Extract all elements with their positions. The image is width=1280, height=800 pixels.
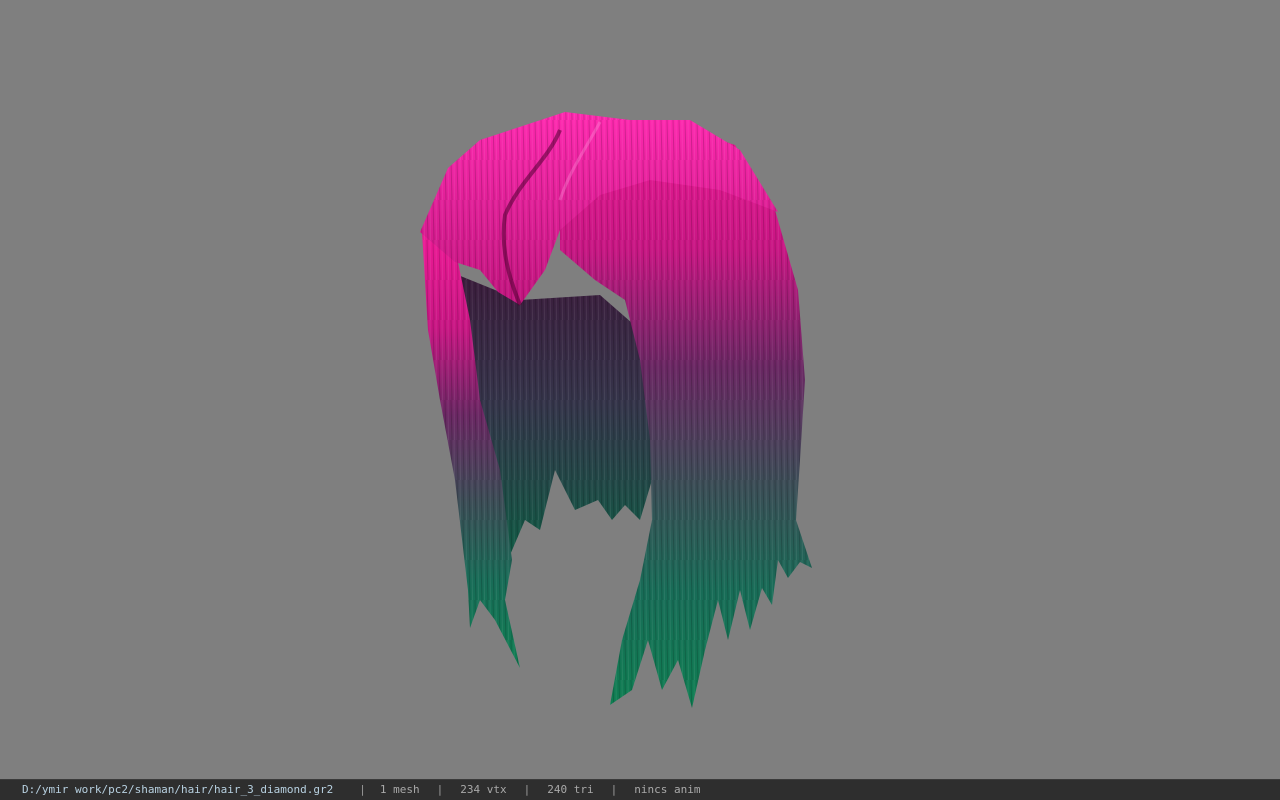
- hair-model: [420, 112, 812, 708]
- vertex-count: 234 vtx: [460, 783, 507, 796]
- animation-status: nincs anim: [634, 783, 701, 796]
- status-separator: |: [436, 783, 444, 796]
- 3d-viewport[interactable]: [0, 0, 1280, 779]
- status-bar: D:/ymir work/pc2/shaman/hair/hair_3_diam…: [0, 779, 1280, 800]
- triangle-count: 240 tri: [547, 783, 594, 796]
- status-separator: |: [610, 783, 618, 796]
- mesh-count: 1 mesh: [379, 783, 420, 796]
- file-path: D:/ymir work/pc2/shaman/hair/hair_3_diam…: [22, 783, 334, 796]
- status-separator: |: [523, 783, 531, 796]
- status-separator: |: [359, 783, 366, 796]
